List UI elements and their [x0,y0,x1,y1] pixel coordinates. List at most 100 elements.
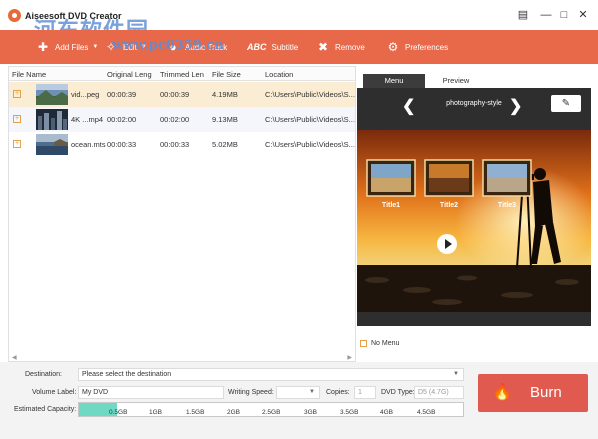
capacity-tick: 1.5GB [186,409,205,416]
destination-label: Destination: [25,371,62,378]
checkbox-icon[interactable] [360,340,367,347]
column-header-file-size[interactable]: File Size [212,70,241,79]
file-location: C:\Users\Public\Videos\S... [265,90,355,99]
expand-icon[interactable]: + [13,140,21,148]
chevron-right-icon[interactable]: ❯ [509,96,522,116]
file-location: C:\Users\Public\Videos\S... [265,140,355,149]
output-settings-panel: Destination: Please select the destinati… [0,362,598,439]
table-row[interactable]: + 4K ...mp4 00:02:00 00:02:00 9.13MB C:\… [9,107,355,132]
gear-icon: ⚙ [387,40,399,54]
burn-button[interactable]: 🔥 Burn [478,374,588,412]
title-3-label[interactable]: Title3 [482,202,532,209]
expand-icon[interactable]: + [13,115,21,123]
copies-value: 1 [358,389,362,396]
writing-speed-label: Writing Speed: [228,389,274,396]
capacity-tick: 2GB [227,409,241,416]
capacity-tick: 3.5GB [340,409,359,416]
title-bar: Aiseesoft DVD Creator 河东软件园 ▤ — □ ✕ [0,0,598,44]
title-1-label[interactable]: Title1 [366,202,416,209]
copies-label: Copies: [326,389,350,396]
no-menu-checkbox[interactable]: No Menu [360,340,399,347]
add-files-button[interactable]: ✚ Add Files ▼ [36,30,98,64]
chevron-down-icon[interactable]: ▼ [92,44,98,50]
chevron-down-icon[interactable]: ▼ [453,369,459,380]
watermark-url: www.pc0359.cn [112,38,224,53]
capacity-tick: 4GB [380,409,394,416]
estimated-capacity-label: Estimated Capacity: [14,406,77,413]
no-menu-label: No Menu [371,340,400,347]
close-icon[interactable]: ✕ [576,8,590,22]
scroll-left-icon[interactable]: ◀ [12,354,17,361]
horizontal-scrollbar[interactable]: ◀ ▶ [9,353,355,361]
subtitle-button[interactable]: ABC Subtitle [247,30,298,64]
template-navigator: ❮ photography-style ❯ ✎ [357,88,591,128]
original-length: 00:00:39 [107,90,137,99]
trimmed-length: 00:00:39 [160,90,190,99]
abc-subtitle-icon: ABC [247,42,267,52]
file-name: ocean.mts [71,140,106,149]
menu-background-image: Title1 Title2 Title3 [357,130,591,312]
destination-select[interactable]: Please select the destination ▼ [78,368,464,381]
capacity-tick: 3GB [304,409,318,416]
dvd-type-label: DVD Type: [381,389,415,396]
file-size: 9.13MB [212,115,238,124]
remove-button[interactable]: ✖ Remove [316,30,365,64]
play-button-icon[interactable] [437,234,457,254]
remove-label: Remove [335,42,365,52]
sunset-photographer-image [357,130,591,312]
title-2-label[interactable]: Title2 [424,202,474,209]
preferences-button[interactable]: ⚙ Preferences [386,30,449,64]
file-list-header: File Name Original Leng Trimmed Len File… [9,67,355,81]
chevron-down-icon[interactable]: ▼ [309,387,315,398]
menu-template-area: ❮ photography-style ❯ ✎ Title1 Title2 Ti… [357,88,591,326]
destination-value: Please select the destination [82,371,172,378]
file-location: C:\Users\Public\Videos\S... [265,115,355,124]
dvd-type-value: D5 (4.7G) [418,389,449,396]
capacity-tick: 0.5GB [109,409,128,416]
capacity-tick: 2.5GB [262,409,281,416]
capacity-bar: 0.5GB 1GB 1.5GB 2GB 2.5GB 3GB 3.5GB 4GB … [78,402,464,417]
tab-preview[interactable]: Preview [425,74,487,88]
tab-menu[interactable]: Menu [363,74,425,88]
template-style-name: photography-style [446,100,502,107]
column-header-original-length[interactable]: Original Leng [107,70,152,79]
close-x-icon: ✖ [317,40,329,54]
add-files-label: Add Files [55,42,89,52]
dvd-type-select[interactable]: D5 (4.7G) [414,386,464,399]
chevron-left-icon[interactable]: ❮ [402,96,415,116]
original-length: 00:02:00 [107,115,137,124]
add-files-icon: ✚ [37,40,49,54]
file-size: 5.02MB [212,140,238,149]
expand-icon[interactable]: + [13,90,21,98]
scroll-right-icon[interactable]: ▶ [347,354,352,361]
trimmed-length: 00:00:33 [160,140,190,149]
column-header-file-name[interactable]: File Name [12,70,46,79]
main-toolbar: ✚ Add Files ▼ ✧ Edit ▼ ● Audio Track ABC… [0,30,598,64]
volume-label-label: Volume Label: [32,389,77,396]
trimmed-length: 00:02:00 [160,115,190,124]
volume-label-input[interactable]: My DVD [78,386,224,399]
copies-stepper[interactable]: 1 [354,386,376,399]
preferences-label: Preferences [405,42,449,52]
maximize-icon[interactable]: □ [557,8,571,22]
table-row[interactable]: + ocean.mts 00:00:33 00:00:33 5.02MB C:\… [9,132,355,157]
preview-panel: Menu Preview ❮ photography-style ❯ ✎ Tit… [357,66,591,362]
file-name: 4K ...mp4 [71,115,104,124]
file-list-panel: File Name Original Leng Trimmed Len File… [8,66,356,362]
column-header-location[interactable]: Location [265,70,293,79]
menu-icon[interactable]: ▤ [516,8,530,22]
ocean-thumbnail [36,134,68,155]
original-length: 00:00:33 [107,140,137,149]
subtitle-label: Subtitle [271,42,299,52]
minimize-icon[interactable]: — [539,8,553,22]
landscape-thumbnail [36,84,68,105]
table-row[interactable]: + vid...peg 00:00:39 00:00:39 4.19MB C:\… [9,82,355,107]
app-logo-icon [8,9,21,22]
writing-speed-select[interactable]: ▼ [276,386,320,399]
edit-menu-icon[interactable]: ✎ [551,95,581,112]
flame-icon: 🔥 [492,384,512,401]
capacity-tick: 4.5GB [417,409,436,416]
column-header-trimmed-length[interactable]: Trimmed Len [160,70,204,79]
capacity-tick: 1GB [149,409,163,416]
burn-label: Burn [530,384,562,401]
